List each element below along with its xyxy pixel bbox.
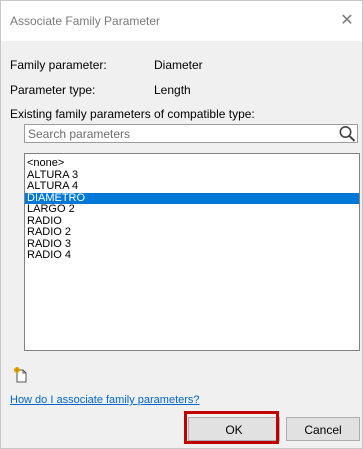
parameter-listbox[interactable]: <none> ALTURA 3 ALTURA 4 DIAMETRO LARGO 2 RAD… [24,153,360,351]
list-item[interactable]: RADIO 3 [25,238,359,251]
dialog-title: Associate Family Parameter [10,14,161,28]
list-item[interactable]: ALTURA 4 [25,180,359,193]
list-item[interactable]: RADIO [25,215,359,228]
associate-family-parameter-dialog: Associate Family Parameter ✕ Family para… [0,0,363,449]
search-icon[interactable] [338,125,356,142]
list-item[interactable]: LARGO 2 [25,203,359,216]
help-link[interactable]: How do I associate family parameters? [10,394,200,406]
close-icon: ✕ [340,12,354,29]
family-parameter-value: Diameter [154,58,203,72]
ok-button[interactable]: OK [188,417,280,441]
list-item[interactable]: DIAMETRO [25,192,359,204]
parameter-type-label: Parameter type: [10,83,96,97]
search-box [24,124,358,143]
list-item[interactable]: <none> [25,157,359,170]
title-bar: Associate Family Parameter ✕ [1,1,362,41]
new-parameter-icon[interactable] [12,366,30,384]
list-item[interactable]: RADIO 2 [25,226,359,239]
list-item[interactable]: RADIO 4 [25,249,359,262]
close-button[interactable]: ✕ [332,1,362,41]
cancel-button[interactable]: Cancel [286,417,360,441]
existing-parameters-label: Existing family parameters of compatible… [10,107,255,121]
family-parameter-label: Family parameter: [10,58,107,72]
search-input[interactable] [25,125,334,142]
parameter-type-value: Length [154,83,191,97]
